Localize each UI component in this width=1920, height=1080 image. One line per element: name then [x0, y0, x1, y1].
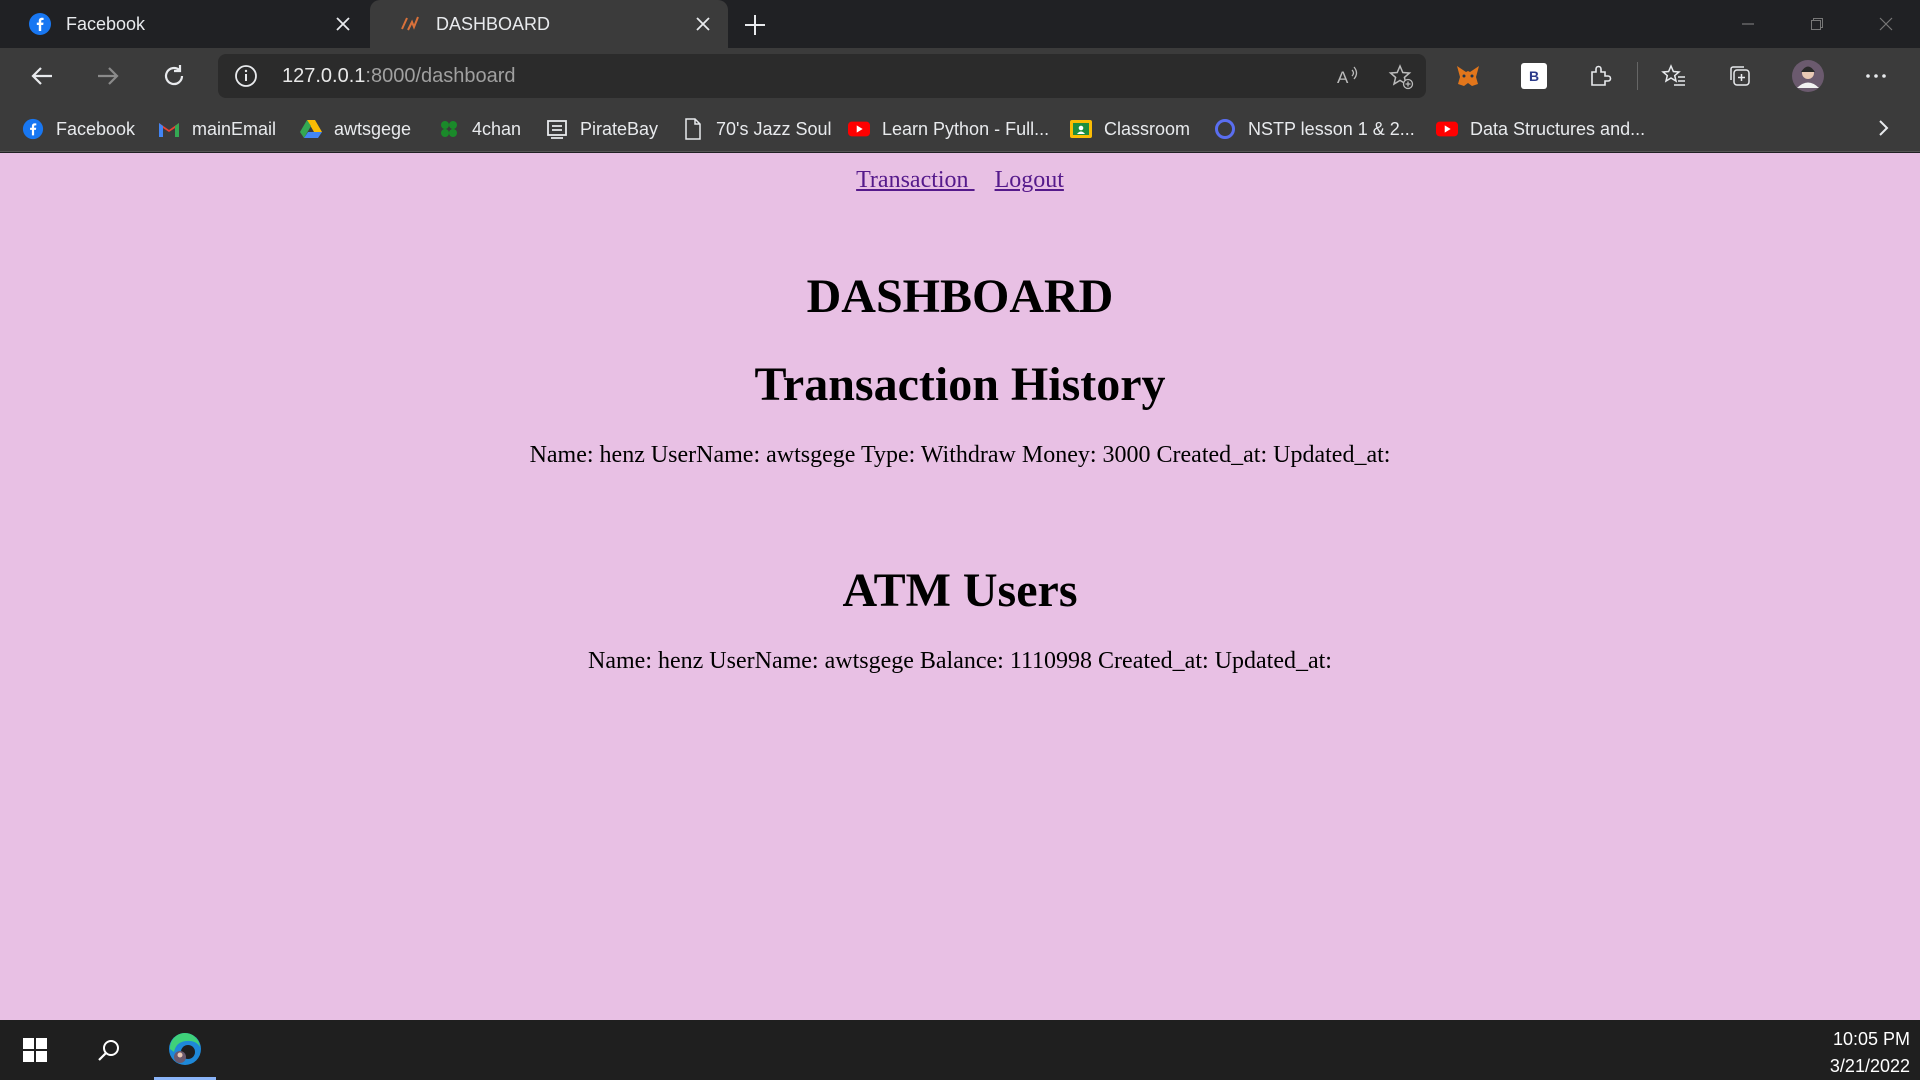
taskbar: 10:05 PM 3/21/2022: [0, 1020, 1920, 1080]
bookmark-label: Classroom: [1104, 118, 1191, 139]
bookmark-label: awtsgege: [334, 118, 412, 139]
reload-icon: [164, 65, 184, 86]
restore-button[interactable]: [1782, 0, 1851, 48]
favorites-button[interactable]: [1656, 58, 1692, 94]
close-window-button[interactable]: [1851, 0, 1920, 48]
bookmark-label: NSTP lesson 1 & 2...: [1248, 118, 1415, 139]
address-bar[interactable]: 127.0.0.1:8000/dashboard A: [218, 54, 1426, 98]
more-menu-button[interactable]: [1858, 58, 1894, 94]
system-clock[interactable]: 10:05 PM 3/21/2022: [1830, 1026, 1910, 1080]
gmail-icon: [158, 118, 180, 140]
extension-b-button[interactable]: B: [1516, 58, 1552, 94]
toolbar-divider: [1637, 62, 1638, 90]
more-dots-icon: [1866, 74, 1886, 78]
extension-badge: B: [1521, 63, 1547, 89]
page-nav: Transaction Logout: [0, 167, 1920, 194]
start-button[interactable]: [0, 1020, 70, 1080]
atm-user-record: Name: henz UserName: awtsgege Balance: 1…: [588, 648, 1332, 674]
url-path: :8000/dashboard: [365, 65, 516, 87]
atm-users-heading: ATM Users: [842, 564, 1078, 617]
plus-icon: [745, 15, 765, 35]
page-icon: [682, 118, 704, 140]
bookmarks-bar: Facebook mainEmail awtsgege 4chan Pirate…: [0, 104, 1920, 152]
url-host: 127.0.0.1: [282, 65, 366, 87]
bookmark-70s-jazz-soul[interactable]: 70's Jazz Soul: [682, 116, 832, 142]
bookmark-nstp-lesson[interactable]: NSTP lesson 1 & 2...: [1214, 116, 1415, 142]
window-controls: [1713, 0, 1920, 48]
classroom-icon: [1070, 118, 1092, 140]
bookmark-learn-python[interactable]: Learn Python - Full...: [848, 116, 1049, 142]
tab-strip: Facebook DASHBOARD: [0, 0, 1920, 48]
bookmark-label: Learn Python - Full...: [882, 118, 1050, 139]
clock-time: 10:05 PM: [1832, 1029, 1910, 1049]
bookmark-piratebay[interactable]: PirateBay: [546, 116, 658, 142]
bookmark-label: mainEmail: [192, 118, 277, 139]
logout-link[interactable]: Logout: [995, 167, 1064, 193]
add-favorite-icon[interactable]: [1388, 64, 1414, 90]
read-aloud-icon[interactable]: A: [1336, 64, 1360, 88]
page-title: DASHBOARD: [806, 270, 1114, 323]
collections-icon: [1730, 66, 1750, 86]
metamask-extension-icon[interactable]: [1450, 58, 1486, 94]
transaction-history-heading: Transaction History: [754, 358, 1166, 411]
collections-button[interactable]: [1722, 58, 1758, 94]
new-tab-button[interactable]: [740, 10, 770, 40]
windows-icon: [23, 1038, 47, 1062]
avatar-icon: [1792, 60, 1824, 92]
tab-title: Facebook: [66, 13, 146, 34]
bookmark-awtsgege[interactable]: awtsgege: [300, 116, 411, 142]
bookmark-label: Data Structures and...: [1470, 118, 1646, 139]
facebook-icon: [28, 12, 52, 36]
extensions-button[interactable]: [1582, 58, 1618, 94]
django-icon: [398, 12, 422, 36]
search-button[interactable]: [78, 1020, 140, 1080]
puzzle-icon: [1591, 65, 1612, 86]
favorites-icon: [1661, 64, 1685, 86]
bookmark-label: 4chan: [472, 118, 522, 139]
youtube-icon: [1436, 118, 1458, 140]
bookmark-label: Facebook: [56, 118, 136, 139]
browser-toolbar: 127.0.0.1:8000/dashboard A B: [0, 48, 1920, 104]
info-icon[interactable]: [234, 64, 258, 88]
taskbar-edge-button[interactable]: [154, 1020, 216, 1080]
tab-dashboard[interactable]: DASHBOARD: [370, 0, 728, 48]
edge-icon: [169, 1032, 201, 1065]
bookmark-data-structures[interactable]: Data Structures and...: [1436, 116, 1645, 142]
clover-icon: [438, 118, 460, 140]
youtube-icon: [848, 118, 870, 140]
back-button[interactable]: [24, 58, 60, 94]
close-tab-icon[interactable]: [332, 13, 354, 35]
bookmark-label: 70's Jazz Soul: [716, 118, 832, 139]
search-icon: [98, 1040, 119, 1061]
pirate-icon: [546, 118, 568, 140]
reload-button[interactable]: [156, 58, 192, 94]
bookmark-4chan[interactable]: 4chan: [438, 116, 521, 142]
transaction-record: Name: henz UserName: awtsgege Type: With…: [529, 442, 1391, 468]
clock-date: 3/21/2022: [1829, 1056, 1910, 1076]
svg-text:A: A: [1337, 68, 1349, 87]
arrow-left-icon: [31, 67, 52, 85]
facebook-icon: [22, 118, 44, 140]
bookmark-mainemail[interactable]: mainEmail: [158, 116, 276, 142]
forward-button[interactable]: [90, 58, 126, 94]
minimize-button[interactable]: [1713, 0, 1782, 48]
page-content: Transaction Logout DASHBOARD Transaction…: [0, 153, 1920, 1020]
bookmark-classroom[interactable]: Classroom: [1070, 116, 1190, 142]
profile-avatar[interactable]: [1790, 58, 1826, 94]
tab-title: DASHBOARD: [436, 13, 551, 34]
bookmark-facebook[interactable]: Facebook: [22, 116, 135, 142]
chevron-right-icon[interactable]: [1872, 117, 1894, 139]
tab-facebook[interactable]: Facebook: [0, 0, 368, 48]
url-text[interactable]: 127.0.0.1:8000/dashboard: [282, 65, 516, 88]
circle-icon: [1214, 118, 1236, 140]
close-tab-icon[interactable]: [692, 13, 714, 35]
arrow-right-icon: [98, 67, 119, 85]
bookmark-label: PirateBay: [580, 118, 659, 139]
transaction-link[interactable]: Transaction: [856, 167, 974, 193]
google-drive-icon: [300, 118, 322, 140]
